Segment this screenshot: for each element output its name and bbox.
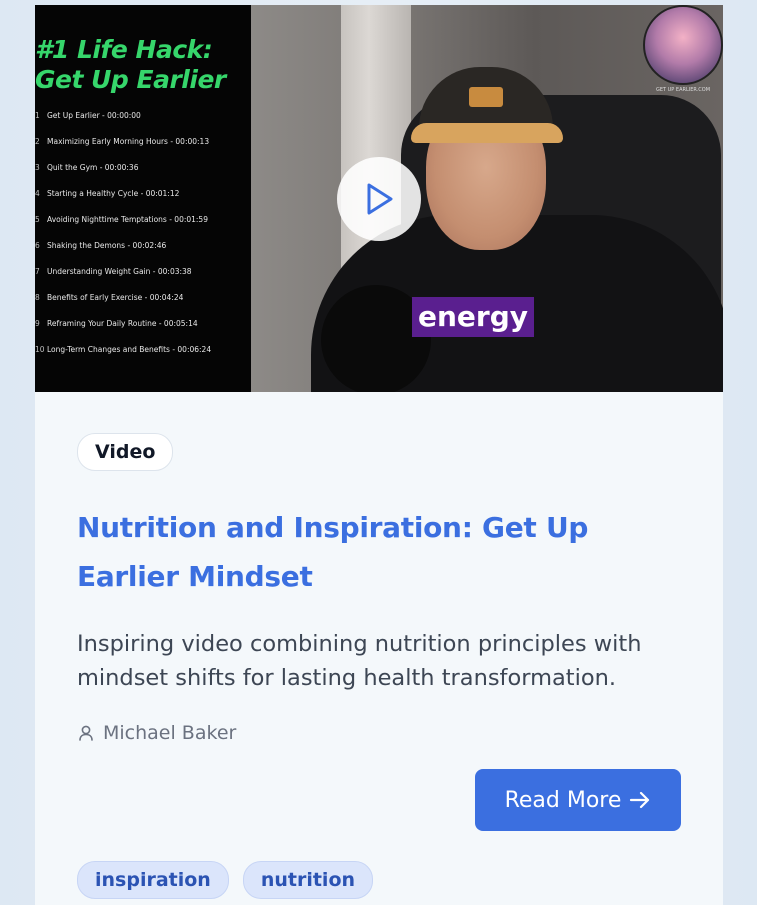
article-card: #1 Life Hack: Get Up Earlier 1 Get Up Ear… xyxy=(35,5,723,905)
cap-brim xyxy=(411,123,563,143)
chapter-number: 7 xyxy=(35,267,40,276)
tag-list: inspiration nutrition xyxy=(77,861,374,899)
chapter-item: 3 Quit the Gym - 00:00:36 xyxy=(35,161,251,187)
chapter-text: Get Up Earlier - 00:00:00 xyxy=(47,111,141,120)
card-title[interactable]: Nutrition and Inspiration: Get Up Earlie… xyxy=(77,503,681,601)
chapter-number: 2 xyxy=(35,137,40,146)
video-caption-word: energy xyxy=(412,297,535,337)
content-type-badge: Video xyxy=(77,433,174,471)
chapter-item: 7 Understanding Weight Gain - 00:03:38 xyxy=(35,265,251,291)
tag-inspiration[interactable]: inspiration xyxy=(77,861,229,899)
channel-logo: GET UP EARLIER.COM xyxy=(643,5,723,93)
card-body: Video Nutrition and Inspiration: Get Up … xyxy=(77,433,681,899)
chapter-number: 6 xyxy=(35,241,40,250)
chapter-item: 6 Shaking the Demons - 00:02:46 xyxy=(35,239,251,265)
chapter-number: 3 xyxy=(35,163,40,172)
chapter-text: Quit the Gym - 00:00:36 xyxy=(47,163,139,172)
chapter-item: 4 Starting a Healthy Cycle - 00:01:12 xyxy=(35,187,251,213)
chapter-number: 8 xyxy=(35,293,40,302)
video-thumbnail[interactable]: #1 Life Hack: Get Up Earlier 1 Get Up Ear… xyxy=(35,5,723,392)
author-line: Michael Baker xyxy=(77,719,681,747)
chapter-number: 4 xyxy=(35,189,40,198)
read-more-button[interactable]: Read More xyxy=(475,769,681,831)
tag-nutrition[interactable]: nutrition xyxy=(242,861,374,899)
thumbnail-chapter-panel: #1 Life Hack: Get Up Earlier 1 Get Up Ear… xyxy=(35,5,251,392)
thumbnail-heading-line2: Get Up Earlier xyxy=(35,65,226,94)
chapter-item: 1 Get Up Earlier - 00:00:00 xyxy=(35,109,251,135)
logo-emblem xyxy=(643,5,723,85)
chapter-item: 10 Long-Term Changes and Benefits - 00:06… xyxy=(35,343,251,369)
chapter-item: 9 Reframing Your Daily Routine - 00:05:14 xyxy=(35,317,251,343)
play-button[interactable] xyxy=(337,157,421,241)
author-name: Michael Baker xyxy=(103,722,237,744)
chapter-item: 2 Maximizing Early Morning Hours - 00:00:… xyxy=(35,135,251,161)
read-more-label: Read More xyxy=(504,787,622,813)
chapter-text: Starting a Healthy Cycle - 00:01:12 xyxy=(47,189,180,198)
chapter-text: Long-Term Changes and Benefits - 00:06:2… xyxy=(47,345,212,354)
chapter-item: 8 Benefits of Early Exercise - 00:04:24 xyxy=(35,291,251,317)
chapter-text: Understanding Weight Gain - 00:03:38 xyxy=(47,267,192,276)
chapter-text: Maximizing Early Morning Hours - 00:00:1… xyxy=(47,137,210,146)
thumbnail-photo: energy GET UP EARLIER.COM xyxy=(251,5,723,392)
chapter-number: 1 xyxy=(35,111,40,120)
chapter-number: 10 xyxy=(35,345,45,354)
user-icon xyxy=(79,725,93,741)
play-icon xyxy=(367,183,393,215)
chapter-text: Benefits of Early Exercise - 00:04:24 xyxy=(47,293,184,302)
chapter-text: Reframing Your Daily Routine - 00:05:14 xyxy=(47,319,198,328)
chapter-text: Avoiding Nighttime Temptations - 00:01:5… xyxy=(47,215,208,224)
card-description: Inspiring video combining nutrition prin… xyxy=(77,631,642,691)
chapter-list: 1 Get Up Earlier - 00:00:00 2 Maximizing E… xyxy=(35,109,251,369)
chapter-number: 9 xyxy=(35,319,40,328)
chapter-number: 5 xyxy=(35,215,40,224)
thumbnail-heading-line1: #1 Life Hack: xyxy=(35,35,213,64)
cap-patch xyxy=(469,87,503,107)
logo-text: GET UP EARLIER.COM xyxy=(655,87,711,93)
chapter-text: Shaking the Demons - 00:02:46 xyxy=(47,241,167,250)
arrow-right-icon xyxy=(630,791,650,809)
thumbnail-heading: #1 Life Hack: Get Up Earlier xyxy=(35,35,251,95)
chapter-item: 5 Avoiding Nighttime Temptations - 00:01:… xyxy=(35,213,251,239)
